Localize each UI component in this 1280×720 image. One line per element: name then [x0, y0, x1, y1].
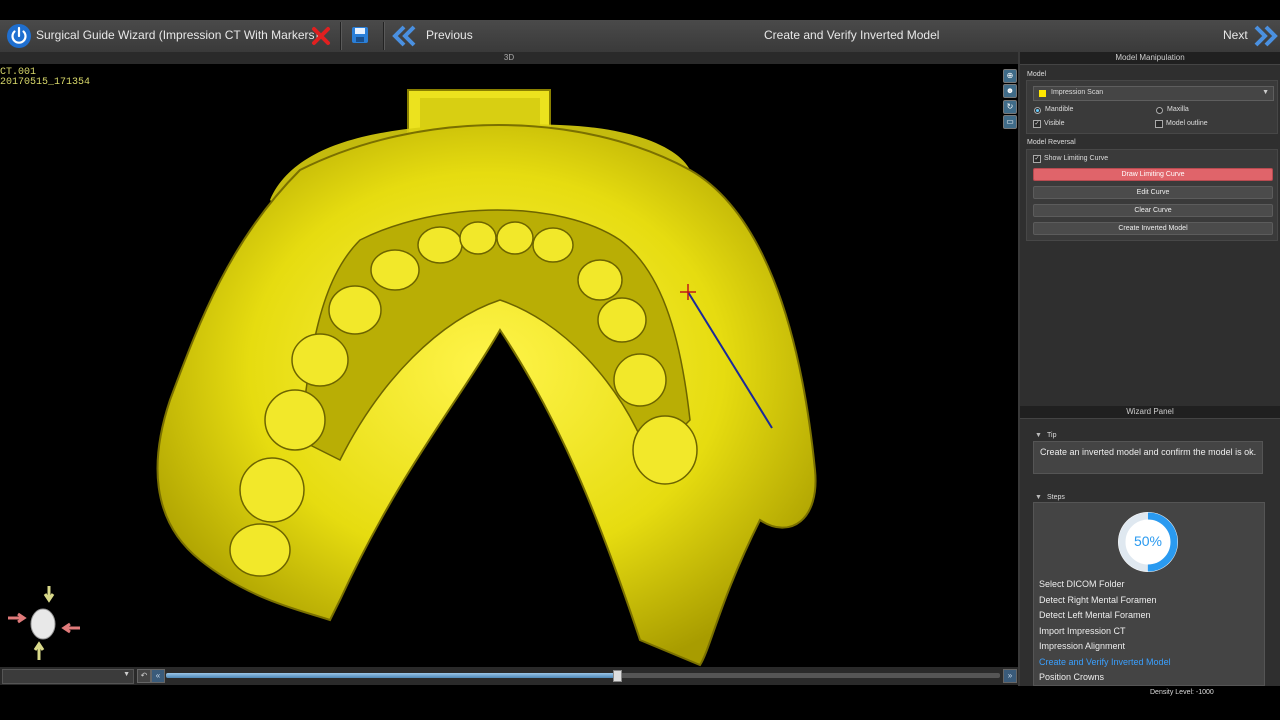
status-bar — [0, 686, 1280, 720]
density-slider-fill — [166, 673, 616, 678]
slider-right-icon[interactable]: » — [1003, 669, 1017, 683]
slider-left-icon[interactable]: « — [151, 669, 165, 683]
density-slider-thumb[interactable] — [613, 670, 622, 682]
visible-checkbox[interactable]: ✓ — [1033, 120, 1041, 128]
next-arrow-icon[interactable] — [1252, 24, 1280, 48]
wizard-panel-header: Wizard Panel — [1020, 406, 1280, 419]
tip-header: Tip — [1047, 432, 1057, 439]
mandible-label: Mandible — [1045, 106, 1074, 113]
density-level-readout: Density Level: -1000 — [1150, 689, 1214, 696]
clear-curve-button[interactable]: Clear Curve — [1033, 204, 1273, 217]
step-item[interactable]: Impression Alignment — [1039, 641, 1125, 651]
model-outline-checkbox[interactable] — [1155, 120, 1163, 128]
toolbar-divider — [340, 22, 342, 50]
progress-label: 50% — [1133, 533, 1163, 549]
steps-collapse-icon[interactable]: ▼ — [1035, 494, 1042, 501]
preset-dropdown[interactable]: ▼ — [2, 669, 134, 684]
model-manipulation-header: Model Manipulation — [1020, 52, 1280, 65]
model-outline-label: Model outline — [1166, 120, 1208, 127]
step-item[interactable]: Import Impression CT — [1039, 626, 1126, 636]
next-button[interactable]: Next — [1223, 20, 1248, 52]
rotate-tool-icon[interactable]: ↻ — [1003, 100, 1017, 114]
viewport-title: 3D — [0, 52, 1018, 64]
chevron-down-icon: ▼ — [1262, 89, 1269, 96]
current-step-title: Create and Verify Inverted Model — [764, 28, 940, 42]
power-icon[interactable] — [6, 23, 32, 49]
model-select-value: Impression Scan — [1051, 89, 1104, 96]
tip-text: Create an inverted model and confirm the… — [1040, 447, 1257, 457]
model-label: Model — [1027, 71, 1047, 78]
orientation-cube-icon[interactable] — [6, 584, 86, 664]
model-select[interactable]: Impression Scan ▼ — [1033, 86, 1274, 101]
previous-arrow-icon[interactable] — [390, 24, 418, 48]
mandible-radio[interactable] — [1034, 107, 1041, 114]
edit-curve-button[interactable]: Edit Curve — [1033, 186, 1273, 199]
tip-box: Create an inverted model and confirm the… — [1033, 441, 1263, 474]
visible-label: Visible — [1044, 120, 1065, 127]
chevron-down-icon: ▼ — [123, 671, 130, 678]
steps-header: Steps — [1047, 494, 1065, 501]
wizard-title: Surgical Guide Wizard (Impression CT Wit… — [36, 28, 319, 42]
maxilla-label: Maxilla — [1167, 106, 1189, 113]
close-icon[interactable] — [311, 26, 331, 46]
show-limiting-curve-label: Show Limiting Curve — [1044, 155, 1109, 162]
reset-view-icon[interactable]: ▭ — [1003, 115, 1017, 129]
tip-collapse-icon[interactable]: ▼ — [1035, 432, 1042, 439]
skull-view-icon[interactable]: ☻ — [1003, 84, 1017, 98]
model-color-swatch — [1039, 90, 1046, 97]
toolbar-divider — [383, 22, 385, 50]
undo-icon[interactable]: ↶ — [137, 669, 151, 683]
step-item[interactable]: Select DICOM Folder — [1039, 579, 1125, 589]
step-item[interactable]: Detect Right Mental Foramen — [1039, 595, 1157, 605]
wizard-toolbar: Surgical Guide Wizard (Impression CT Wit… — [0, 20, 1280, 53]
save-icon[interactable] — [351, 26, 369, 44]
create-inverted-model-button[interactable]: Create Inverted Model — [1033, 222, 1273, 235]
zoom-tool-icon[interactable]: ⊕ — [1003, 69, 1017, 83]
previous-button[interactable]: Previous — [426, 20, 473, 52]
step-item[interactable]: Create and Verify Inverted Model — [1039, 657, 1171, 667]
step-item[interactable]: Detect Left Mental Foramen — [1039, 610, 1151, 620]
step-item[interactable]: Position Crowns — [1039, 672, 1104, 682]
model-reversal-label: Model Reversal — [1027, 139, 1076, 146]
maxilla-radio[interactable] — [1156, 107, 1163, 114]
draw-limiting-curve-button[interactable]: Draw Limiting Curve — [1033, 168, 1273, 181]
impression-model-3d[interactable] — [0, 64, 1000, 668]
show-limiting-curve-checkbox[interactable]: ✓ — [1033, 155, 1041, 163]
